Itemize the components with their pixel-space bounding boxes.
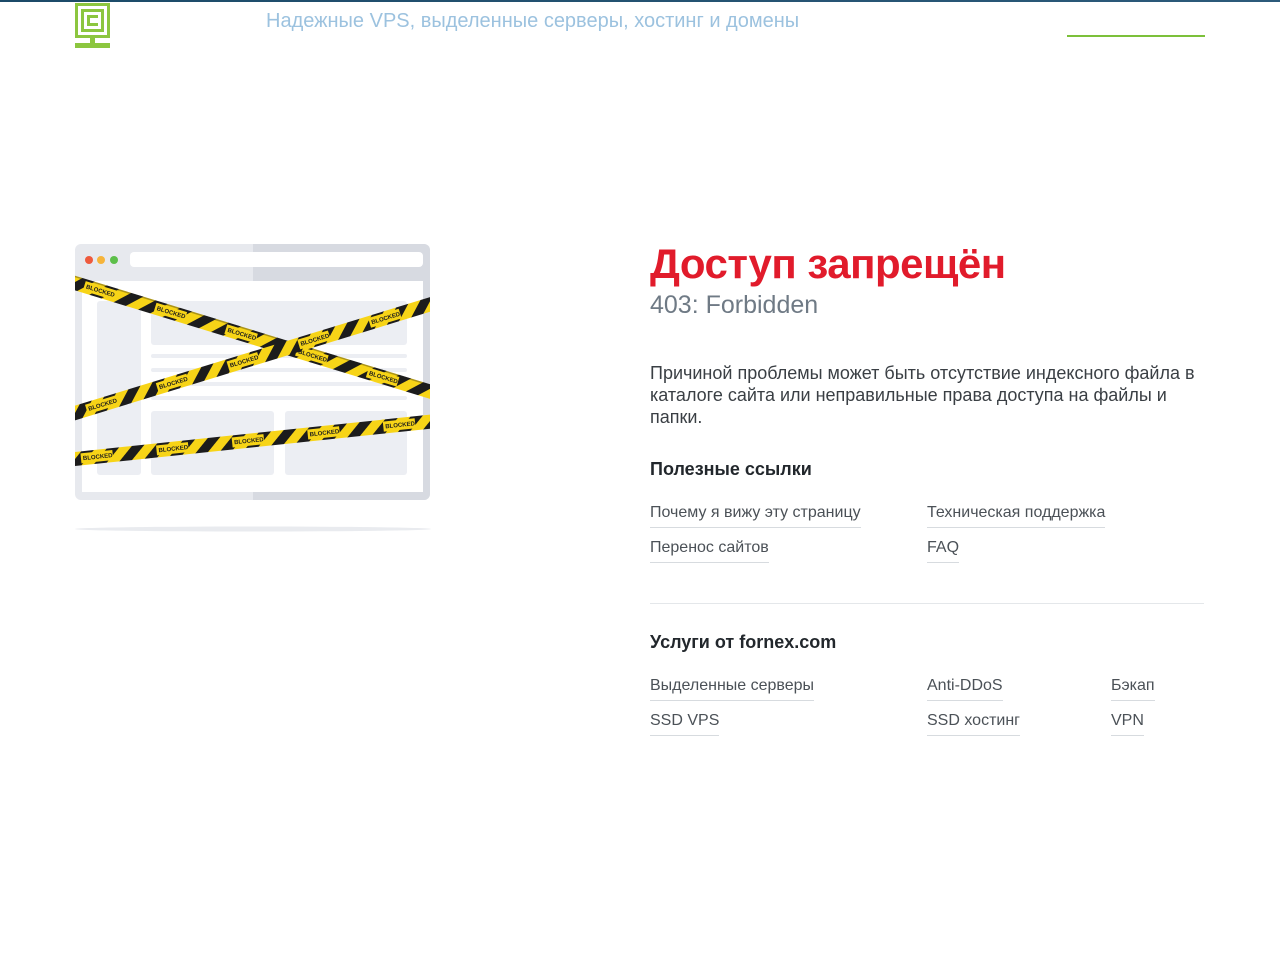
site-tagline: Надежные VPS, выделенные серверы, хостин… [266, 10, 800, 32]
error-description: Причиной проблемы может быть отсутствие … [650, 363, 1195, 427]
link-tech-support[interactable]: Техническая поддержка [927, 504, 1106, 528]
section-divider [650, 603, 1204, 604]
link-backup[interactable]: Бэкап [1111, 677, 1155, 701]
link-dedicated-servers[interactable]: Выделенные серверы [650, 677, 815, 701]
services-title: Услуги от fornex.com [650, 632, 837, 652]
link-site-transfer[interactable]: Перенос сайтов [650, 539, 769, 563]
link-ssd-hosting[interactable]: SSD хостинг [927, 712, 1020, 736]
blocked-browser-illustration: BLOCKED BLOCKED BLOCKED BLOCKED BLOCKED … [75, 243, 431, 535]
blocked-browser-icon: BLOCKED BLOCKED BLOCKED BLOCKED BLOCKED … [75, 244, 431, 532]
fornex-logo[interactable] [75, 3, 110, 48]
error-code: 403: Forbidden [650, 291, 819, 319]
site-header: Надежные VPS, выделенные серверы, хостин… [0, 0, 1280, 60]
logo-icon [75, 3, 110, 48]
link-vpn[interactable]: VPN [1111, 712, 1144, 736]
link-ssd-vps[interactable]: SSD VPS [650, 712, 720, 736]
page-title: Доступ запрещён [650, 240, 1006, 287]
link-anti-ddos[interactable]: Anti-DDoS [927, 677, 1003, 701]
link-faq[interactable]: FAQ [927, 539, 960, 563]
header-accent-line [1067, 35, 1205, 37]
useful-links-title: Полезные ссылки [650, 459, 812, 479]
link-why-this-page[interactable]: Почему я вижу эту страницу [650, 504, 861, 528]
